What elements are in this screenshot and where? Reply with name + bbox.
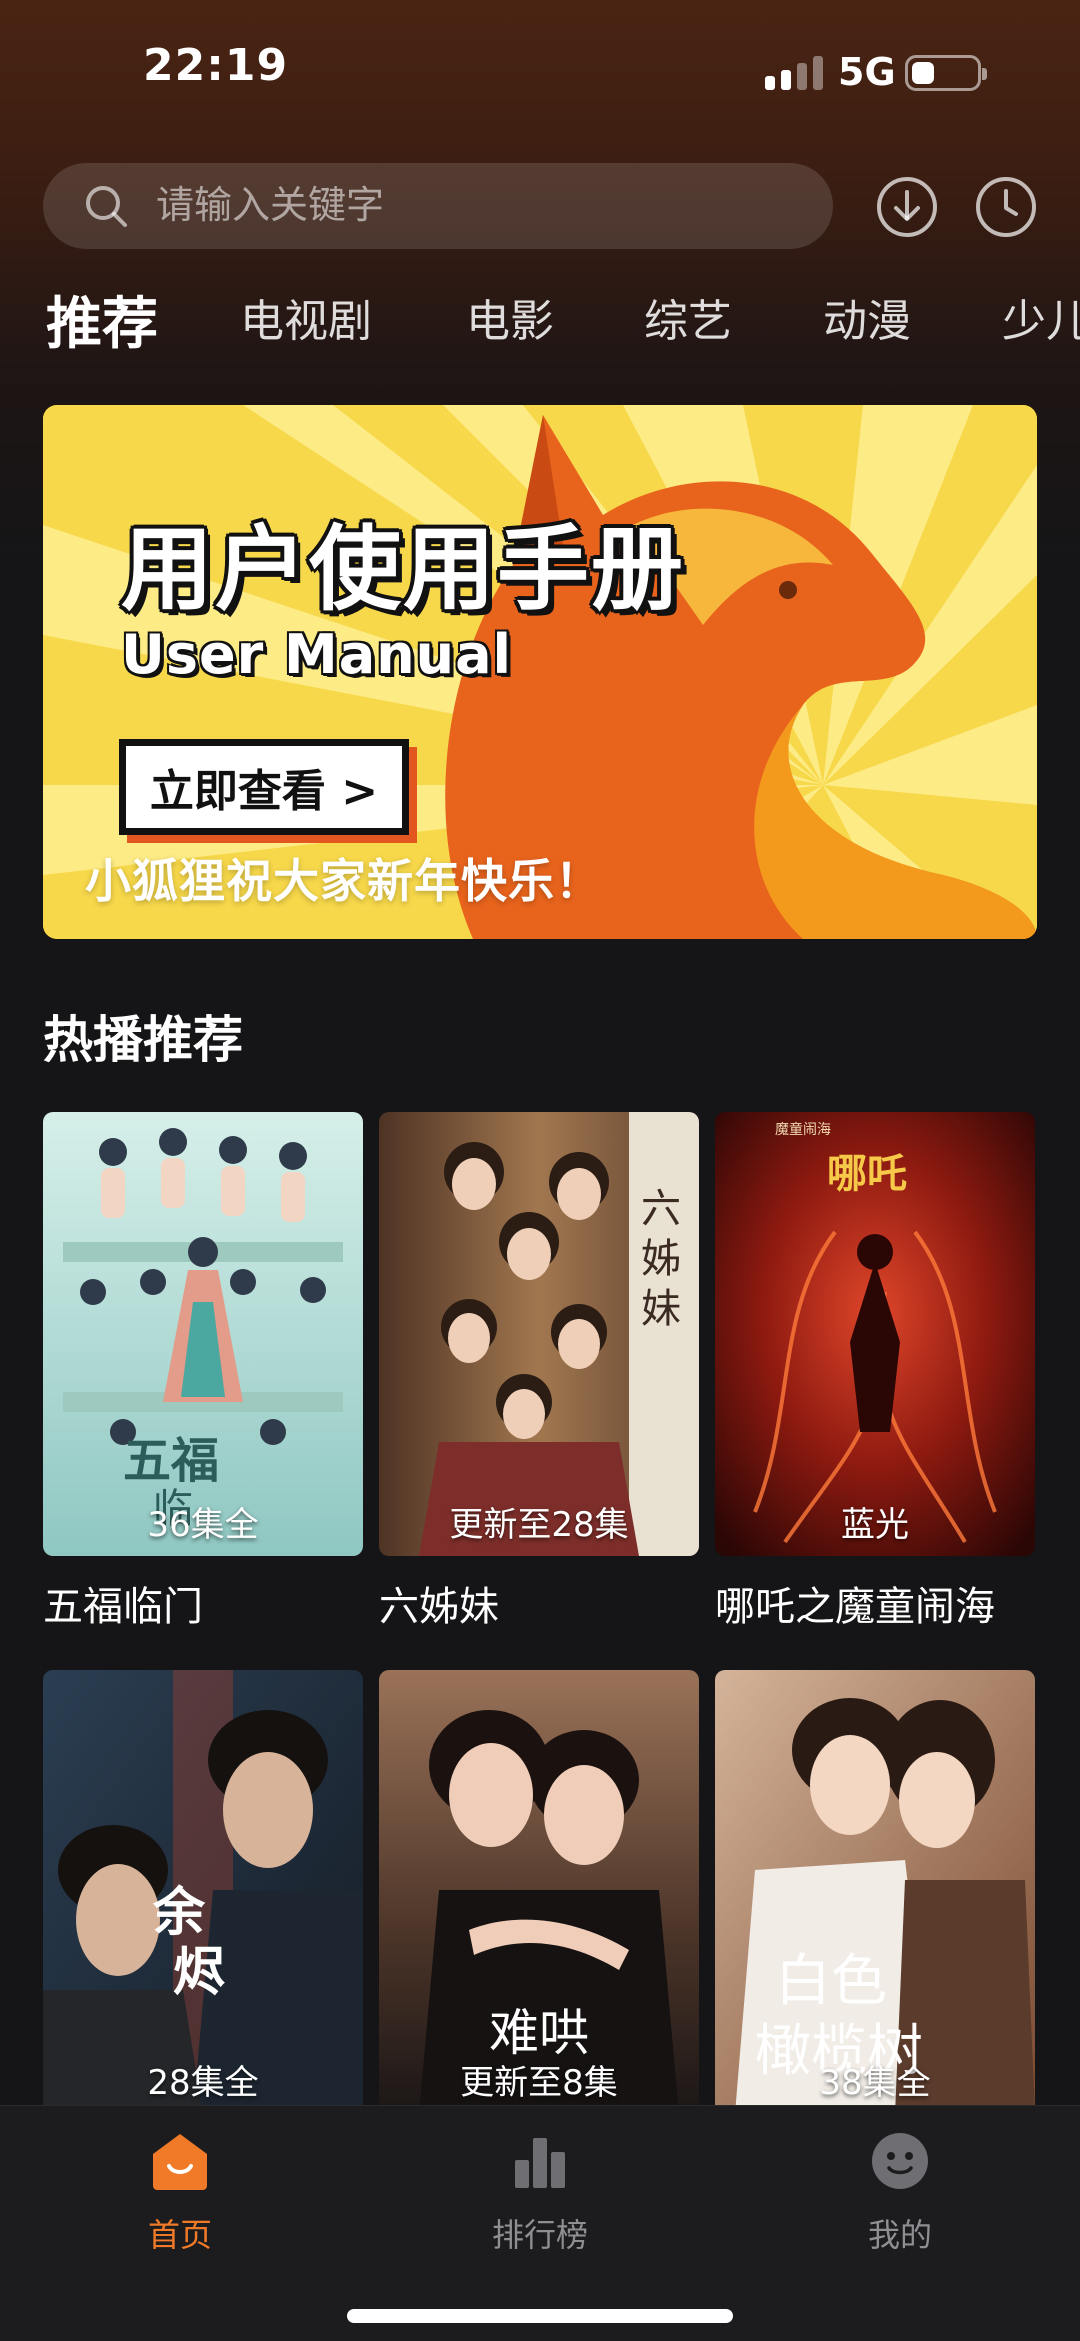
- battery-icon: [905, 55, 987, 91]
- poster-image: 白色 橄榄树 38集全: [715, 1670, 1035, 2114]
- episode-badge: 36集全: [147, 1505, 259, 1545]
- svg-text:白色: 白色: [775, 1949, 887, 2014]
- svg-text:哪吒: 哪吒: [827, 1150, 907, 1197]
- tab-kids[interactable]: 少儿: [1002, 285, 1080, 349]
- quality-badge: 蓝光: [841, 1505, 909, 1545]
- history-clock-icon[interactable]: [975, 176, 1037, 238]
- nav-ranking[interactable]: 排行榜: [440, 2128, 640, 2256]
- svg-text:魔童闹海: 魔童闹海: [775, 1121, 831, 1138]
- poster-image: 六 姊 妹 更新至28集: [379, 1112, 699, 1556]
- search-input[interactable]: [156, 183, 756, 227]
- app-screen: 22:19 5G 推荐 电视剧 电影 综艺 动漫 少儿: [0, 0, 1080, 2341]
- home-icon: [153, 2134, 207, 2190]
- nav-home[interactable]: 首页: [80, 2128, 280, 2256]
- svg-text:妹: 妹: [641, 1286, 681, 1332]
- banner-greeting: 小狐狸祝大家新年快乐！: [85, 854, 602, 908]
- svg-text:六: 六: [641, 1186, 681, 1232]
- tab-recommend[interactable]: 推荐: [46, 285, 158, 360]
- nav-label: 排行榜: [491, 2216, 588, 2254]
- download-icon[interactable]: [876, 176, 938, 238]
- hot-section-title: 热播推荐: [43, 1011, 243, 1069]
- banner-title: 用户使用手册: [121, 516, 686, 623]
- poster-image: 哪吒 魔童闹海 蓝光: [715, 1112, 1035, 1556]
- media-title: 六姊妹: [379, 1584, 499, 1630]
- svg-text:余: 余: [152, 1882, 206, 1943]
- view-now-button[interactable]: 立即查看 >: [119, 739, 409, 835]
- banner-subtitle: User Manual: [121, 623, 513, 686]
- tab-anime[interactable]: 动漫: [823, 285, 911, 349]
- episode-badge: 28集全: [147, 2063, 259, 2103]
- network-type: 5G: [838, 50, 896, 94]
- profile-smiley-icon: [872, 2133, 928, 2189]
- media-card-5[interactable]: 难哄 更新至8集: [379, 1670, 699, 2114]
- episode-badge: 38集全: [819, 2063, 931, 2103]
- media-title: 五福临门: [43, 1584, 203, 1630]
- nav-label: 首页: [147, 2216, 212, 2254]
- media-card-6[interactable]: 白色 橄榄树 38集全: [715, 1670, 1035, 2114]
- search-icon: [86, 186, 127, 227]
- media-card-4[interactable]: 余 烬 28集全: [43, 1670, 363, 2114]
- episode-badge: 更新至28集: [449, 1505, 629, 1545]
- status-time: 22:19: [143, 40, 289, 91]
- svg-text:难哄: 难哄: [489, 2004, 589, 2062]
- episode-badge: 更新至8集: [460, 2063, 618, 2103]
- poster-image: 余 烬 28集全: [43, 1670, 363, 2114]
- media-card-wufu-linmen[interactable]: 五福 临 36集全 五福临门: [43, 1112, 363, 1632]
- nav-profile[interactable]: 我的: [800, 2128, 1000, 2256]
- search-bar[interactable]: [43, 163, 833, 249]
- svg-text:姊: 姊: [641, 1236, 681, 1282]
- tab-tv-series[interactable]: 电视剧: [240, 285, 372, 349]
- banner-user-manual[interactable]: 用户使用手册 User Manual 立即查看 > 小狐狸祝大家新年快乐！: [43, 405, 1037, 939]
- media-card-liu-zimei[interactable]: 六 姊 妹 更新至28集 六姊妹: [379, 1112, 699, 1632]
- tab-movies[interactable]: 电影: [466, 285, 554, 349]
- home-indicator[interactable]: [347, 2309, 733, 2323]
- media-title: 哪吒之魔童闹海: [715, 1584, 995, 1630]
- poster-image: 难哄 更新至8集: [379, 1670, 699, 2114]
- svg-text:五福: 五福: [123, 1433, 219, 1489]
- poster-image: 五福 临 36集全: [43, 1112, 363, 1556]
- category-tabs: 推荐 电视剧 电影 综艺 动漫 少儿: [0, 285, 1080, 365]
- media-card-nezha[interactable]: 哪吒 魔童闹海 蓝光 哪吒之魔童闹海: [715, 1112, 1035, 1632]
- nav-label: 我的: [867, 2216, 932, 2254]
- svg-text:烬: 烬: [173, 1942, 225, 2003]
- bar-chart-icon: [515, 2138, 565, 2188]
- status-bar: 22:19 5G: [0, 0, 1080, 150]
- bottom-navigation: 首页 排行榜 我的: [0, 2105, 1080, 2341]
- tab-variety[interactable]: 综艺: [644, 285, 732, 349]
- signal-strength-icon: [765, 54, 823, 90]
